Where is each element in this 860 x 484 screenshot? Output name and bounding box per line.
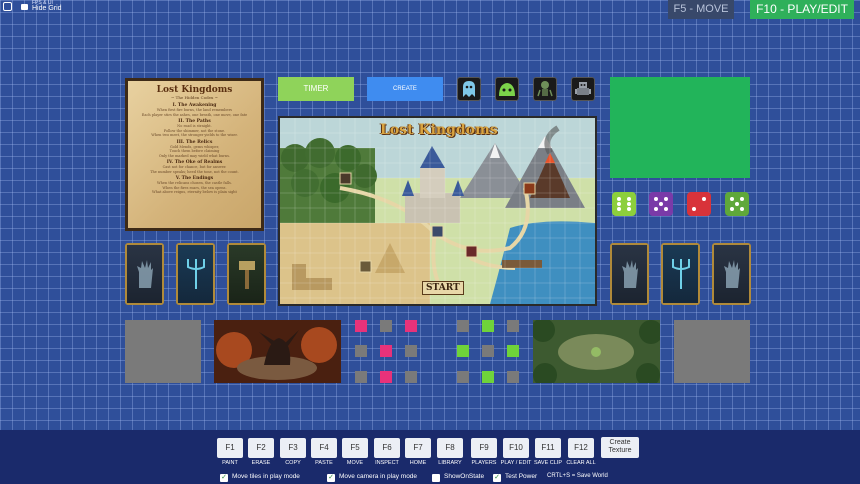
f10-key[interactable]: F10 <box>503 438 529 458</box>
rulebook-section: IV. The Oke of Realms Cast not for chanc… <box>134 160 255 174</box>
move-tiles-label: Move tiles in play mode <box>232 473 300 480</box>
gray-tile[interactable] <box>482 345 494 357</box>
rulebook-section: I. The Awakening When first fire burns, … <box>134 103 255 117</box>
f2-key[interactable]: F2 <box>248 438 274 458</box>
gray-tile[interactable] <box>457 371 469 383</box>
map-start-label: START <box>422 281 464 295</box>
move-tiles-checkbox[interactable]: ✓ <box>220 474 228 482</box>
card-ghost-hand[interactable] <box>712 243 751 305</box>
goblin-token[interactable] <box>533 77 557 101</box>
f6-key[interactable]: F6 <box>374 438 400 458</box>
rulebook-line: Only the marked may wield what burns. <box>158 153 231 158</box>
die-purple[interactable] <box>649 192 673 216</box>
gray-tile[interactable] <box>507 320 519 332</box>
trident-card-icon <box>663 245 698 303</box>
green-tile[interactable] <box>482 371 494 383</box>
green-tile[interactable] <box>482 320 494 332</box>
trident-card-icon <box>178 245 213 303</box>
pink-tile[interactable] <box>355 320 367 332</box>
gray-tile[interactable] <box>355 371 367 383</box>
gray-tile[interactable] <box>355 345 367 357</box>
robot-token-icon <box>575 82 591 95</box>
rulebook-line: Each player stirs the ashes, one breath,… <box>141 112 248 117</box>
f11-key[interactable]: F11 <box>535 438 561 458</box>
ghost-token[interactable] <box>457 77 481 101</box>
gray-tile[interactable] <box>457 320 469 332</box>
gray-tile[interactable] <box>405 371 417 383</box>
ghost-hand-card-icon <box>714 245 749 303</box>
goblin-token-icon <box>537 81 553 97</box>
show-on-state-checkbox[interactable] <box>432 474 440 482</box>
test-power-label: Test Power <box>505 473 538 480</box>
rulebook-parchment: Lost Kingdoms ~ The Hidden Codex ~ I. Th… <box>128 81 261 228</box>
test-power-checkbox[interactable]: ✓ <box>493 474 501 482</box>
rulebook-section: V. The Endings When the relicans chosen,… <box>134 176 255 195</box>
rulebook-title: Lost Kingdoms <box>156 85 233 95</box>
rulebook-subtitle: ~ The Hidden Codex ~ <box>171 95 218 100</box>
move-camera-label: Move camera in play mode <box>339 473 418 480</box>
f12-key[interactable]: F12 <box>568 438 594 458</box>
card-trident[interactable] <box>661 243 700 305</box>
show-on-state-label: ShowOnState <box>444 473 485 480</box>
rulebook-line: The number speaks; heed the tone, not th… <box>150 169 239 174</box>
card-hammer[interactable] <box>227 243 266 305</box>
gray-tile[interactable] <box>380 320 392 332</box>
card-trident[interactable] <box>176 243 215 305</box>
f1-key[interactable]: F1 <box>217 438 243 458</box>
die-green[interactable] <box>725 192 749 216</box>
create-texture-button[interactable]: Create Texture <box>601 437 639 458</box>
pink-tile[interactable] <box>380 345 392 357</box>
rulebook-section: III. The Relics Gold Mends, gems whisper… <box>134 140 255 159</box>
move-camera-checkbox[interactable]: ✓ <box>327 474 335 482</box>
die-green-light[interactable] <box>612 192 636 216</box>
save-hint: CRTL+S = Save World <box>547 473 608 479</box>
hide-grid-toggle[interactable]: Hide Grid <box>32 5 62 12</box>
pink-tile[interactable] <box>380 371 392 383</box>
ghost-token-icon <box>463 81 475 97</box>
gray-tile[interactable] <box>507 371 519 383</box>
rulebook-line: When two meet, the stronger yields to th… <box>151 133 238 137</box>
gray-tile[interactable] <box>125 320 201 383</box>
timer-button[interactable]: TIMER <box>278 77 354 101</box>
map-illustration <box>280 118 595 304</box>
move-mode-indicator[interactable]: F5 - MOVE <box>668 0 734 19</box>
green-board-panel[interactable] <box>610 77 750 178</box>
hammer-card-icon <box>229 245 264 303</box>
gray-tile[interactable] <box>674 320 750 383</box>
slime-token-icon <box>499 83 515 96</box>
game-map[interactable]: Lost Kingdoms START <box>278 116 597 306</box>
rulebook-section: II. The Paths No road is straight. Follo… <box>134 119 255 138</box>
gray-tile[interactable] <box>405 345 417 357</box>
f8-key[interactable]: F8 <box>437 438 463 458</box>
ghost-hand-card-icon <box>612 245 647 303</box>
card-ghost-hand[interactable] <box>125 243 164 305</box>
rulebook-line: What above reigns, eternity below is pla… <box>152 190 237 194</box>
green-tile[interactable] <box>457 345 469 357</box>
f9-key[interactable]: F9 <box>471 438 497 458</box>
dragon-lair-tile[interactable] <box>214 320 341 383</box>
map-title: Lost Kingdoms <box>380 122 498 138</box>
f12-label: CLEAR ALL <box>566 460 596 466</box>
pink-tile[interactable] <box>405 320 417 332</box>
play-edit-mode-indicator[interactable]: F10 - PLAY/EDIT <box>750 0 854 19</box>
f7-key[interactable]: F7 <box>405 438 431 458</box>
robot-token[interactable] <box>571 77 595 101</box>
grid-icon[interactable] <box>3 2 12 11</box>
card-ghost-hand[interactable] <box>610 243 649 305</box>
f5-key[interactable]: F5 <box>342 438 368 458</box>
slime-token[interactable] <box>495 77 519 101</box>
die-red[interactable] <box>687 192 711 216</box>
lock-icon[interactable] <box>21 4 28 10</box>
rulebook-scroll[interactable]: Lost Kingdoms ~ The Hidden Codex ~ I. Th… <box>125 78 264 231</box>
create-button[interactable]: CREATE <box>367 77 443 101</box>
green-tile[interactable] <box>507 345 519 357</box>
ghost-hand-card-icon <box>127 245 162 303</box>
f4-key[interactable]: F4 <box>311 438 337 458</box>
forest-tile[interactable] <box>533 320 660 383</box>
f3-key[interactable]: F3 <box>280 438 306 458</box>
